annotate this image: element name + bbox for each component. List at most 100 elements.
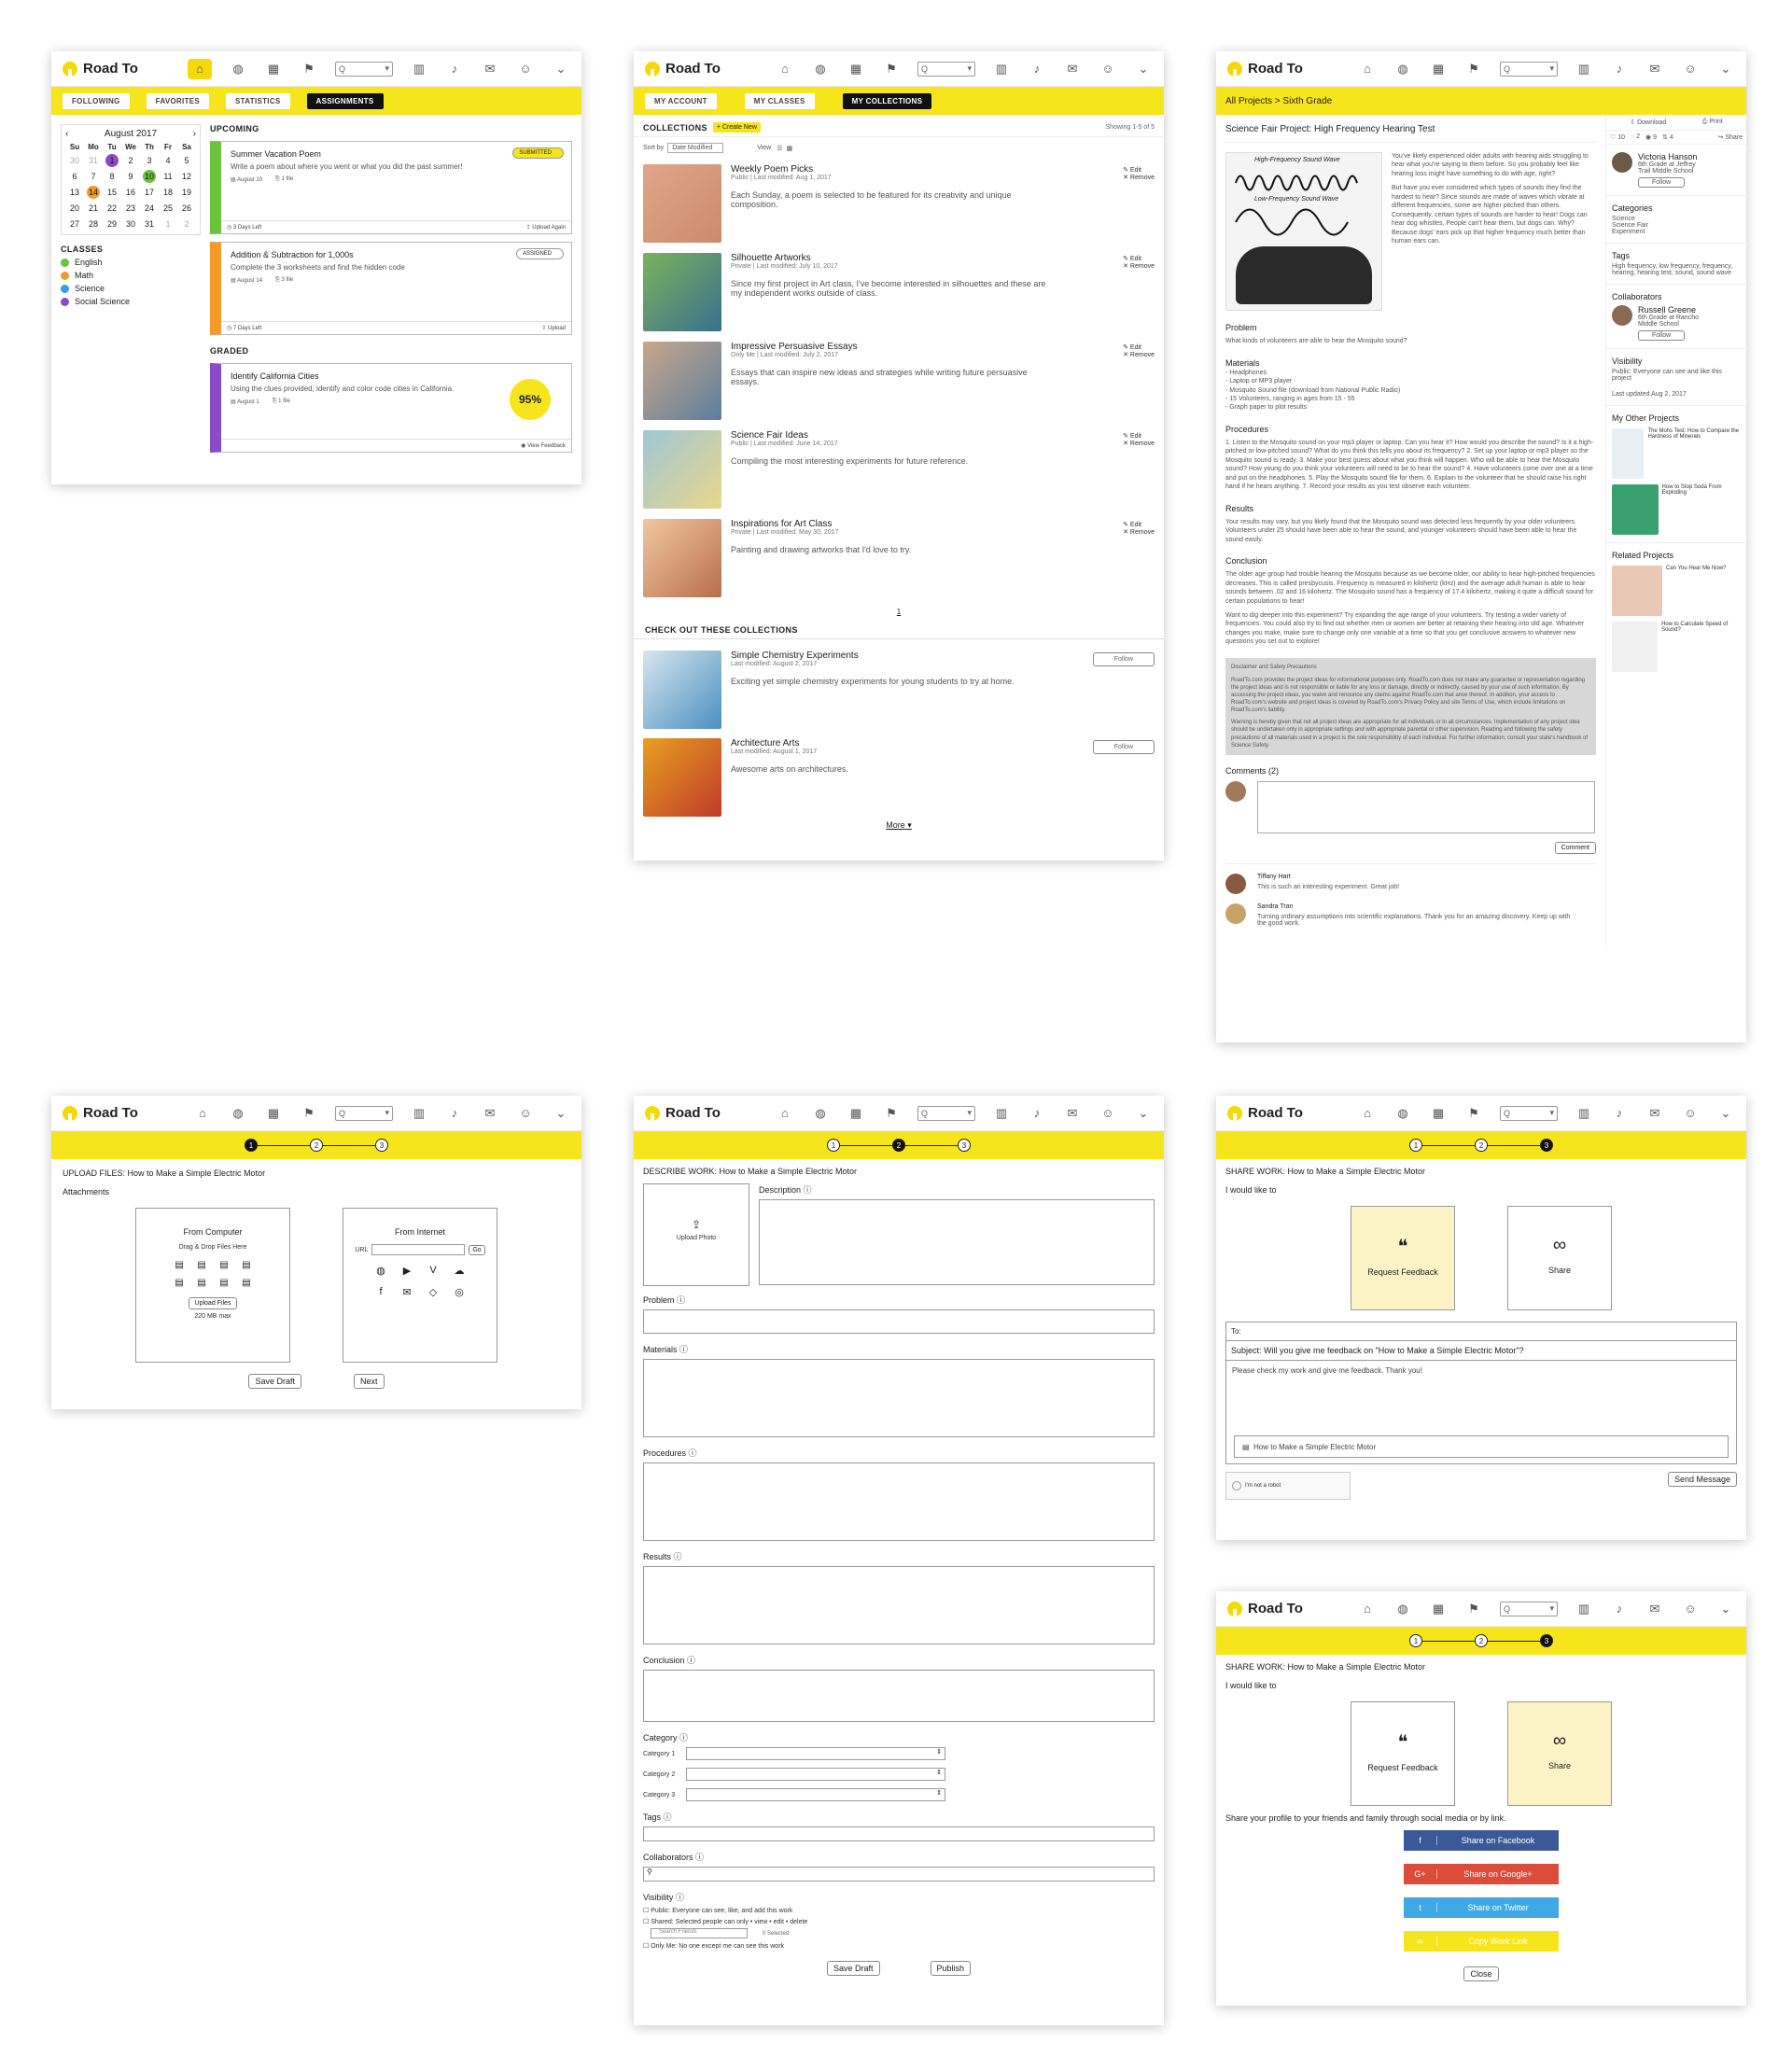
- edit-link[interactable]: ✎ Edit: [1123, 343, 1155, 351]
- search-input[interactable]: Q ▾: [1500, 61, 1558, 77]
- stats-icon[interactable]: ▥: [410, 1104, 428, 1123]
- tab-my-account[interactable]: MY ACCOUNT: [645, 92, 717, 109]
- calendar-day[interactable]: 28: [87, 217, 100, 231]
- author-name[interactable]: Victoria Hanson: [1638, 152, 1705, 161]
- home-icon[interactable]: ⌂: [776, 60, 794, 78]
- home-icon[interactable]: ⌂: [1358, 1600, 1377, 1618]
- chevron-down-icon[interactable]: ⌄: [1716, 60, 1735, 78]
- youtube-icon[interactable]: ▶: [399, 1265, 415, 1277]
- user-icon[interactable]: ☺: [1099, 1104, 1117, 1123]
- collection-title[interactable]: Simple Chemistry Experiments: [731, 651, 1057, 661]
- subject-field[interactable]: Subject: Will you give me feedback on "H…: [1226, 1341, 1736, 1361]
- remove-link[interactable]: ✕ Remove: [1123, 528, 1155, 536]
- collection-title[interactable]: Inspirations for Art Class: [731, 519, 1057, 529]
- user-icon[interactable]: ☺: [516, 1104, 535, 1123]
- to-field[interactable]: To:: [1226, 1322, 1736, 1341]
- grid-icon[interactable]: ▦: [847, 60, 865, 78]
- calendar-day[interactable]: 19: [180, 186, 193, 199]
- message-body[interactable]: Please check my work and give me feedbac…: [1232, 1366, 1730, 1375]
- step-2[interactable]: 2: [310, 1139, 323, 1152]
- globe-icon[interactable]: ◍: [1393, 1104, 1412, 1123]
- signpost-icon[interactable]: ⚑: [1464, 1104, 1483, 1123]
- prev-month-icon[interactable]: ‹: [65, 129, 68, 139]
- logo[interactable]: Road To: [63, 61, 182, 77]
- globe-icon[interactable]: ◍: [229, 1104, 247, 1123]
- upload-photo-box[interactable]: ⇪ Upload Photo: [643, 1183, 749, 1286]
- tab-favorites[interactable]: FAVORITES: [146, 92, 210, 109]
- calendar-day[interactable]: 4: [161, 154, 175, 167]
- dropbox-icon[interactable]: ◇: [425, 1286, 441, 1298]
- calendar-day[interactable]: 30: [124, 217, 137, 231]
- stats-icon[interactable]: ▥: [1575, 60, 1593, 78]
- publish-button[interactable]: Publish: [930, 1961, 972, 1976]
- bell-icon[interactable]: ♪: [1610, 1104, 1629, 1123]
- stats-icon[interactable]: ▥: [1575, 1104, 1593, 1123]
- social-share-button[interactable]: G+ Share on Google+: [1404, 1864, 1559, 1884]
- tab-following[interactable]: FOLLOWING: [63, 92, 130, 109]
- calendar-day[interactable]: 17: [143, 186, 156, 199]
- step-3[interactable]: 3: [958, 1139, 971, 1152]
- social-share-button[interactable]: f Share on Facebook: [1404, 1830, 1559, 1851]
- step-3[interactable]: 3: [1540, 1634, 1553, 1647]
- calendar-day[interactable]: 30: [68, 154, 81, 167]
- edit-link[interactable]: ✎ Edit: [1123, 166, 1155, 174]
- avatar[interactable]: [1225, 903, 1246, 924]
- grid-icon[interactable]: ▦: [264, 1104, 283, 1123]
- class-item[interactable]: English: [61, 258, 201, 267]
- next-button[interactable]: Next: [354, 1374, 385, 1389]
- calendar-day[interactable]: 7: [87, 170, 100, 183]
- category-3-select[interactable]: ⇕: [686, 1788, 945, 1801]
- problem-input[interactable]: [643, 1309, 1155, 1334]
- suggested-collection[interactable]: Architecture Arts Last modified: August 1…: [634, 727, 1164, 817]
- suggested-collection[interactable]: Simple Chemistry Experiments Last modifie…: [634, 639, 1164, 729]
- logo[interactable]: Road To: [1227, 1601, 1347, 1616]
- project-thumbnail[interactable]: [1612, 428, 1645, 479]
- share-button[interactable]: ↪ Share: [1718, 133, 1743, 141]
- collection-title[interactable]: Impressive Persuasive Essays: [731, 342, 1057, 352]
- step-1[interactable]: 1: [1409, 1634, 1422, 1647]
- calendar-day[interactable]: 29: [105, 217, 119, 231]
- collection-thumbnail[interactable]: [643, 253, 721, 331]
- calendar-day[interactable]: 31: [87, 154, 100, 167]
- step-1[interactable]: 1: [245, 1139, 258, 1152]
- home-icon[interactable]: ⌂: [776, 1104, 794, 1123]
- calendar-day[interactable]: 15: [105, 186, 119, 199]
- mail-icon[interactable]: ✉: [1645, 60, 1664, 78]
- remove-link[interactable]: ✕ Remove: [1123, 440, 1155, 447]
- logo[interactable]: Road To: [63, 1105, 182, 1121]
- tab-my-classes[interactable]: MY CLASSES: [744, 92, 815, 109]
- edit-link[interactable]: ✎ Edit: [1123, 521, 1155, 528]
- chevron-down-icon[interactable]: ⌄: [552, 1104, 570, 1123]
- social-share-button[interactable]: t Share on Twitter: [1404, 1897, 1559, 1918]
- author-avatar[interactable]: [1612, 152, 1632, 173]
- calendar-day[interactable]: 24: [143, 202, 156, 215]
- step-2[interactable]: 2: [1475, 1139, 1488, 1152]
- sort-select[interactable]: Date Modified: [667, 143, 724, 153]
- request-feedback-option[interactable]: ❝ Request Feedback: [1351, 1206, 1455, 1310]
- calendar-day[interactable]: 2: [124, 154, 137, 167]
- chevron-down-icon[interactable]: ⌄: [1134, 60, 1153, 78]
- like-count[interactable]: ♡ 10: [1610, 133, 1625, 141]
- globe-icon[interactable]: ◍: [1393, 1600, 1412, 1618]
- collection-title[interactable]: Architecture Arts: [731, 738, 1057, 749]
- mail-icon[interactable]: ✉: [1063, 60, 1082, 78]
- create-new-button[interactable]: + Create New: [712, 122, 761, 133]
- stats-icon[interactable]: ▥: [992, 1104, 1011, 1123]
- edit-link[interactable]: ✎ Edit: [1123, 432, 1155, 440]
- collection-item[interactable]: Weekly Poem Picks Public | Last modified:…: [634, 159, 1164, 247]
- calendar-day[interactable]: 26: [180, 202, 193, 215]
- category-2-select[interactable]: ⇕: [686, 1768, 945, 1781]
- signpost-icon[interactable]: ⚑: [300, 60, 318, 78]
- download-button[interactable]: ⇩ Download: [1630, 119, 1666, 126]
- card-action-link[interactable]: ◉ View Feedback: [521, 442, 566, 449]
- globe-icon[interactable]: ◍: [811, 1104, 830, 1123]
- vimeo-icon[interactable]: V: [425, 1265, 441, 1277]
- go-button[interactable]: Go: [469, 1244, 485, 1255]
- user-icon[interactable]: ☺: [1681, 60, 1700, 78]
- user-icon[interactable]: ☺: [1681, 1600, 1700, 1618]
- bell-icon[interactable]: ♪: [1028, 60, 1046, 78]
- calendar-day[interactable]: 21: [87, 202, 100, 215]
- send-message-button[interactable]: Send Message: [1667, 1472, 1737, 1487]
- captcha-widget[interactable]: I'm not a robot: [1225, 1472, 1351, 1500]
- grid-icon[interactable]: ▦: [1429, 1600, 1448, 1618]
